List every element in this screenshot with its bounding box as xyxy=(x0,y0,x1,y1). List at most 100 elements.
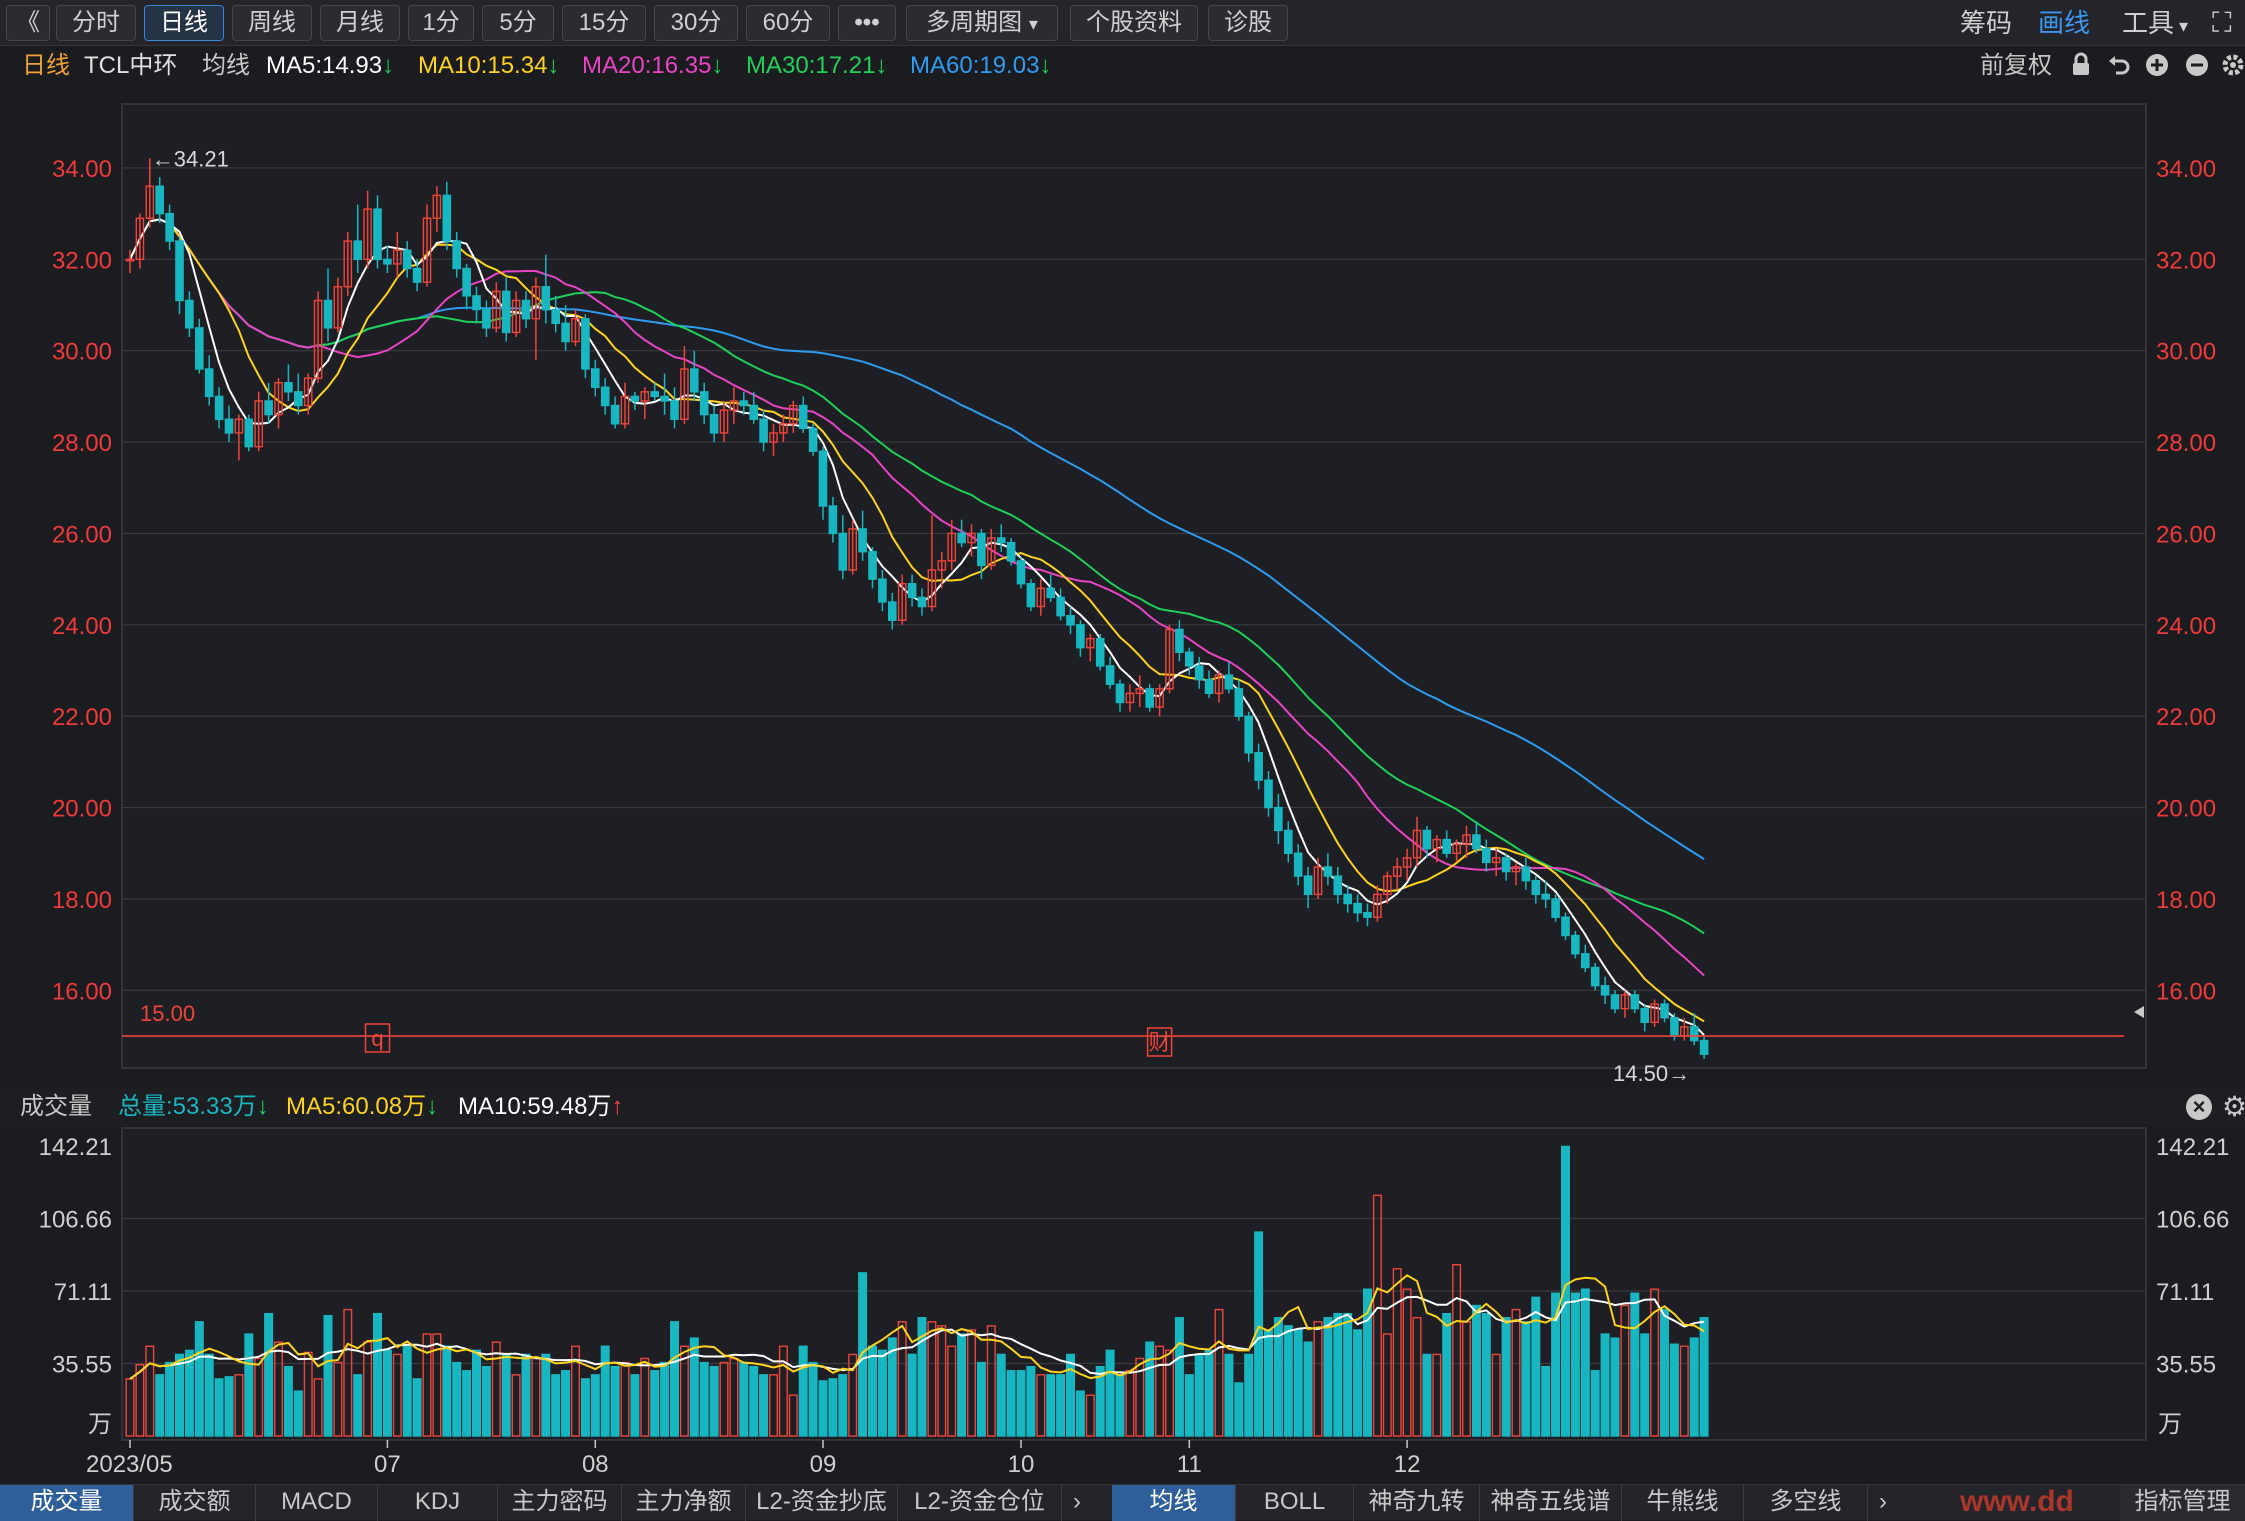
volume-bar-down xyxy=(244,1333,254,1437)
tab-l2-bottom[interactable]: L2-资金抄底 xyxy=(746,1485,898,1521)
volume-bar-down xyxy=(293,1390,303,1437)
volume-bar-down xyxy=(610,1365,620,1437)
chevron-right-icon[interactable]: › xyxy=(1868,1485,1898,1521)
volume-tick-right: 106.66 xyxy=(2156,1206,2229,1233)
candle-down xyxy=(185,299,194,329)
candle-down xyxy=(798,404,808,430)
candle-down xyxy=(699,391,709,416)
volume-bar-down xyxy=(670,1321,680,1437)
price-tick-right: 26.00 xyxy=(2156,521,2216,548)
volume-bar-down xyxy=(472,1349,482,1437)
tab-magic-five[interactable]: 神奇五线谱 xyxy=(1480,1485,1622,1521)
volume-bar-down xyxy=(828,1378,838,1437)
x-axis-label: 07 xyxy=(374,1451,401,1478)
candle-down xyxy=(1580,953,1590,969)
candle-down xyxy=(808,427,818,452)
kline-chart[interactable]: 34.00 34.00 32.00 32.00 30.00 30.00 28.00 28.00… xyxy=(0,0,2245,1520)
tab-macd[interactable]: MACD xyxy=(256,1485,378,1521)
tab-main-code[interactable]: 主力密码 xyxy=(498,1485,622,1521)
tab-turnover[interactable]: 成交额 xyxy=(134,1485,256,1521)
price-plot-area xyxy=(121,103,2147,1069)
price-tick-left: 34.00 xyxy=(52,156,112,183)
candle-down xyxy=(917,596,927,608)
candle-down xyxy=(1660,1003,1669,1019)
tab-boll[interactable]: BOLL xyxy=(1236,1485,1354,1521)
volume-bar-down xyxy=(1699,1317,1709,1437)
low-price-marker: 14.50→ xyxy=(1613,1061,1690,1086)
candle-down xyxy=(1115,683,1125,704)
volume-bar-down xyxy=(1669,1343,1679,1437)
tab-main-net[interactable]: 主力净额 xyxy=(622,1485,746,1521)
volume-bar-down xyxy=(838,1374,848,1437)
volume-bar-down xyxy=(1174,1317,1184,1437)
candle-down xyxy=(1204,678,1214,695)
tab-magic-nine[interactable]: 神奇九转 xyxy=(1354,1485,1480,1521)
volume-bar-down xyxy=(1303,1341,1313,1437)
candle-down xyxy=(1264,779,1273,809)
price-tick-left: 30.00 xyxy=(52,339,112,366)
price-tick-left: 32.00 xyxy=(52,247,112,274)
candle-down xyxy=(175,240,184,302)
indicator-manage-button[interactable]: 指标管理 xyxy=(2120,1485,2245,1521)
tab-ma[interactable]: 均线 xyxy=(1112,1485,1236,1521)
candle-down xyxy=(1293,852,1303,877)
volume-bar-down xyxy=(1541,1365,1551,1437)
volume-tick-right: 142.21 xyxy=(2156,1134,2229,1161)
volume-bar-down xyxy=(165,1361,175,1437)
high-price-marker: ←34.21 xyxy=(152,146,229,171)
volume-bar-down xyxy=(798,1345,808,1437)
event-marker: 财 xyxy=(1149,1030,1171,1055)
price-tick-right: 18.00 xyxy=(2156,887,2216,914)
volume-bar-down xyxy=(501,1353,511,1437)
candle-down xyxy=(1699,1039,1709,1055)
tab-long-short[interactable]: 多空线 xyxy=(1744,1485,1868,1521)
volume-bar-down xyxy=(1630,1292,1640,1437)
candle-down xyxy=(996,537,1006,544)
gear-icon[interactable]: ⚙ xyxy=(2222,1088,2245,1126)
candle-down xyxy=(472,295,481,311)
volume-bar-down xyxy=(1471,1304,1481,1437)
candle-down xyxy=(1521,866,1531,882)
volume-bar-down xyxy=(1234,1382,1244,1437)
volume-bar-down xyxy=(204,1353,214,1437)
price-tick-left: 26.00 xyxy=(52,521,112,548)
x-axis-label: 09 xyxy=(810,1451,837,1478)
close-icon[interactable]: × xyxy=(2186,1094,2212,1120)
tab-kdj[interactable]: KDJ xyxy=(378,1485,498,1521)
volume-bar-down xyxy=(521,1353,531,1437)
chevron-right-icon[interactable]: › xyxy=(1062,1485,1092,1521)
candle-down xyxy=(1343,893,1352,905)
candle-down xyxy=(739,400,749,407)
candle-down xyxy=(284,381,293,393)
volume-bar-down xyxy=(957,1333,967,1437)
candle-down xyxy=(501,290,511,334)
volume-bar-down xyxy=(442,1345,452,1437)
volume-bar-down xyxy=(353,1374,363,1437)
candle-down xyxy=(1303,875,1313,896)
volume-bar-down xyxy=(382,1349,392,1437)
candle-down xyxy=(1145,688,1154,708)
volume-bar-down xyxy=(1184,1374,1194,1437)
candle-down xyxy=(888,601,897,621)
tab-bull-bear[interactable]: 牛熊线 xyxy=(1622,1485,1744,1521)
volume-tick-left: 142.21 xyxy=(39,1134,112,1161)
candle-down xyxy=(412,267,422,283)
volume-bar-down xyxy=(283,1365,293,1437)
volume-bar-down xyxy=(541,1353,551,1437)
candle-down xyxy=(1056,596,1065,617)
tab-volume[interactable]: 成交量 xyxy=(0,1485,134,1521)
candle-down xyxy=(373,208,382,261)
volume-bar-down xyxy=(402,1345,412,1437)
up-arrow-icon: ↑ xyxy=(611,1093,624,1120)
volume-bar-down xyxy=(996,1353,1006,1437)
volume-bar-down xyxy=(689,1337,699,1437)
volume-bar-down xyxy=(808,1361,818,1437)
candle-down xyxy=(1194,665,1204,681)
tab-l2-position[interactable]: L2-资金仓位 xyxy=(898,1485,1062,1521)
volume-bar-down xyxy=(1353,1329,1363,1437)
candle-down xyxy=(670,400,679,420)
volume-bar-down xyxy=(561,1370,571,1437)
candle-down xyxy=(749,404,758,420)
candle-down xyxy=(818,450,828,507)
candle-down xyxy=(828,505,838,535)
